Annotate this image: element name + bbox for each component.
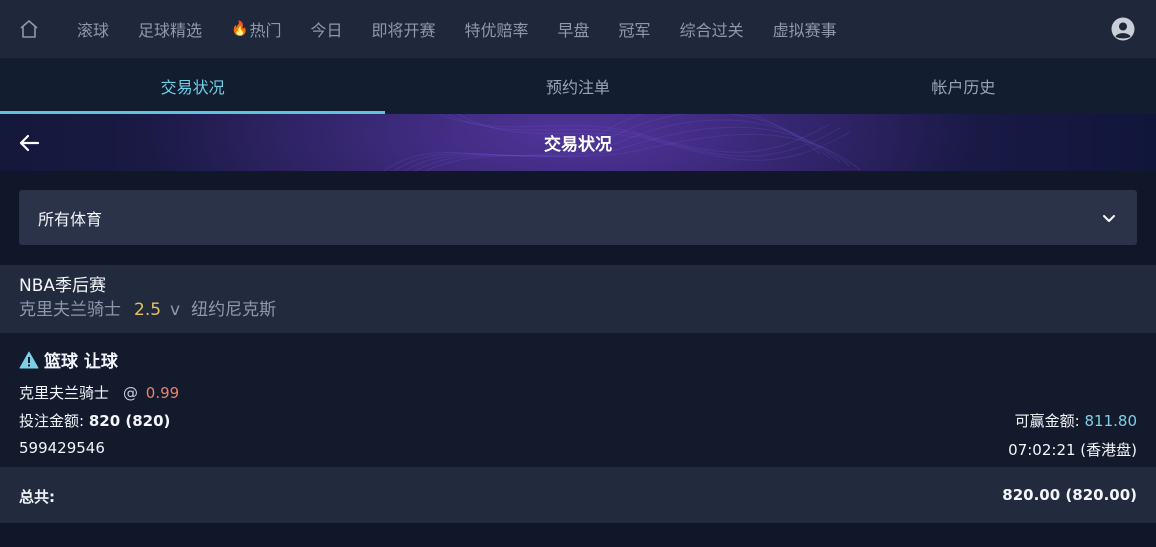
nav-item-live[interactable]: 滚球	[77, 17, 109, 41]
home-icon[interactable]	[18, 18, 40, 40]
tab-account-history[interactable]: 帐户历史	[771, 58, 1156, 114]
top-navigation: 滚球 足球精选 🔥 热门 今日 即将开赛 特优赔率 早盘 冠军 综合过关 虚拟赛事	[0, 0, 1156, 58]
nav-item-upcoming[interactable]: 即将开赛	[372, 17, 436, 41]
home-team: 克里夫兰骑士	[19, 300, 121, 320]
tab-trade-status[interactable]: 交易状况	[0, 58, 386, 114]
page-title: 交易状况	[544, 135, 612, 155]
bet-odds: 0.99	[145, 384, 180, 402]
tab-pending-bets[interactable]: 预约注单	[385, 58, 770, 114]
back-arrow-icon[interactable]	[18, 132, 40, 154]
total-row: 总共: 820.00 (820.00)	[0, 467, 1156, 523]
bet-type: 篮球 让球	[19, 347, 118, 372]
bet-selection: 克里夫兰骑士 @ 0.99	[19, 382, 179, 403]
title-banner: 交易状况	[0, 114, 1156, 171]
sport-filter-value: 所有体育	[38, 209, 103, 229]
win-label: 可赢金额:	[1014, 412, 1080, 430]
nav-item-early[interactable]: 早盘	[558, 17, 590, 41]
handicap-line: 2.5	[134, 300, 162, 320]
match-header: NBA季后赛 克里夫兰骑士 2.5 v 纽约尼克斯	[0, 265, 1156, 333]
total-value: 820.00 (820.00)	[1002, 486, 1137, 504]
nav-item-virtual[interactable]: 虚拟赛事	[773, 17, 837, 41]
bet-id: 599429546	[19, 439, 105, 457]
nav-item-outright[interactable]: 冠军	[619, 17, 651, 41]
at-symbol: @	[123, 384, 139, 402]
win-value: 811.80	[1084, 412, 1138, 430]
flame-icon: 🔥	[231, 21, 249, 37]
sport-filter-select[interactable]: 所有体育	[19, 190, 1137, 245]
stake-value: 820 (820)	[88, 412, 171, 430]
nav-item-parlay[interactable]: 综合过关	[680, 17, 744, 41]
total-label: 总共:	[19, 488, 55, 506]
bet-time: 07:02:21 (香港盘)	[1008, 441, 1137, 459]
potential-win: 可赢金额: 811.80	[1015, 410, 1137, 431]
nav-item-hot-label: 热门	[249, 21, 282, 40]
stake-amount: 投注金额: 820 (820)	[19, 410, 170, 431]
bet-detail: 篮球 让球 克里夫兰骑士 @ 0.99 投注金额: 820 (820) 59942…	[0, 333, 1156, 467]
user-avatar-icon[interactable]	[1111, 17, 1135, 41]
league-name: NBA季后赛	[19, 276, 107, 296]
match-teams: 克里夫兰骑士 2.5 v 纽约尼克斯	[19, 298, 1156, 322]
nav-item-hot[interactable]: 🔥 热门	[231, 17, 281, 41]
nav-item-football-picks[interactable]: 足球精选	[138, 17, 202, 41]
versus-label: v	[170, 300, 181, 320]
warning-icon	[19, 351, 39, 369]
away-team: 纽约尼克斯	[191, 300, 277, 320]
bet-type-label: 篮球 让球	[44, 352, 118, 372]
nav-item-today[interactable]: 今日	[310, 17, 342, 41]
stake-label: 投注金额:	[19, 412, 85, 430]
chevron-down-icon	[1101, 210, 1117, 226]
tab-bar: 交易状况 预约注单 帐户历史	[0, 58, 1156, 114]
nav-item-special-odds[interactable]: 特优赔率	[465, 17, 529, 41]
selection-team: 克里夫兰骑士	[19, 384, 110, 402]
